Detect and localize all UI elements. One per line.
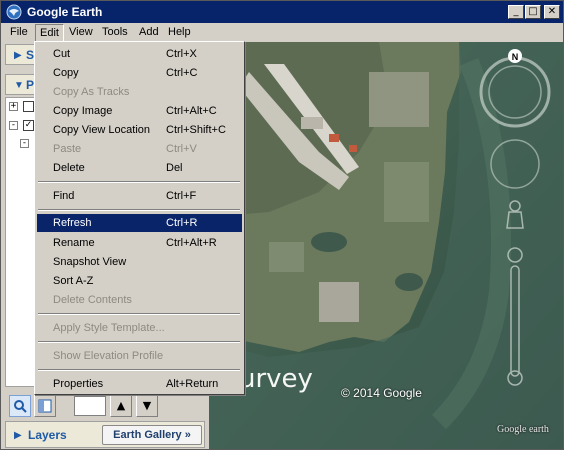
layers-panel-header[interactable]: ▶ Layers Earth Gallery » — [5, 421, 205, 448]
google-earth-icon — [6, 4, 22, 20]
panel-icon — [38, 399, 52, 413]
places-toolbar: ▲ ▼ — [5, 393, 205, 419]
layers-label: Layers — [28, 428, 67, 442]
maximize-button[interactable]: □ — [525, 5, 541, 19]
menu-add[interactable]: Add — [139, 26, 159, 38]
tree-expander[interactable]: + — [9, 102, 18, 111]
places-filter-input[interactable] — [74, 396, 106, 416]
menu-item-copy-as-tracks: Copy As Tracks — [53, 86, 130, 98]
tree-expander[interactable]: - — [20, 139, 29, 148]
menu-separator — [38, 313, 240, 315]
map-overlay-text: urvey — [239, 364, 313, 394]
menu-separator — [38, 369, 240, 371]
menu-item-rename[interactable]: Rename Ctrl+Alt+R — [37, 234, 242, 252]
search-places-button[interactable] — [9, 395, 31, 417]
menu-item-delete-contents: Delete Contents — [53, 294, 132, 306]
menu-item-copy[interactable]: Copy Ctrl+C — [37, 64, 242, 82]
earth-gallery-button[interactable]: Earth Gallery » — [102, 425, 202, 445]
move-down-button[interactable]: ▼ — [136, 395, 158, 417]
menu-bar: File Edit View Tools Add Help — [1, 23, 563, 42]
edit-dropdown-menu: Cut Ctrl+X Copy Ctrl+C Copy As Tracks Copy… — [34, 41, 245, 395]
menu-item-find[interactable]: Find Ctrl+F — [37, 187, 242, 205]
menu-item-show-elevation-profile: Show Elevation Profile — [53, 350, 164, 362]
places-panel-label: P — [26, 78, 35, 92]
menu-separator — [38, 341, 240, 343]
menu-item-snapshot-view[interactable]: Snapshot View — [37, 253, 242, 271]
tree-checkbox[interactable]: ✓ — [23, 120, 34, 131]
menu-view[interactable]: View — [69, 26, 93, 38]
menu-item-delete[interactable]: Delete Del — [37, 159, 242, 177]
title-bar[interactable]: Google Earth _ □ ✕ — [1, 1, 563, 23]
menu-item-properties[interactable]: Properties Alt+Return — [37, 375, 242, 393]
menu-item-cut[interactable]: Cut Ctrl+X — [37, 45, 242, 63]
menu-help[interactable]: Help — [168, 26, 191, 38]
menu-file[interactable]: File — [10, 26, 28, 38]
minimize-button[interactable]: _ — [508, 5, 524, 19]
expand-arrow-icon: ▶ — [14, 50, 22, 61]
google-earth-window: Google Earth _ □ ✕ File Edit View Tools … — [0, 0, 564, 450]
google-earth-logo: Google earth — [497, 424, 549, 435]
menu-item-copy-image[interactable]: Copy Image Ctrl+Alt+C — [37, 102, 242, 120]
menu-item-refresh[interactable]: Refresh Ctrl+R — [37, 214, 242, 232]
copyright-label: © 2014 Google — [341, 386, 422, 400]
menu-separator — [38, 181, 240, 183]
menu-separator — [38, 209, 240, 211]
window-title: Google Earth — [27, 5, 103, 19]
toggle-panel-button[interactable] — [34, 395, 56, 417]
menu-item-apply-style-template: Apply Style Template... — [53, 322, 165, 334]
menu-edit[interactable]: Edit — [35, 24, 64, 42]
menu-item-sort-a-z[interactable]: Sort A-Z — [37, 272, 242, 290]
collapse-arrow-icon: ▼ — [14, 80, 24, 91]
map-view[interactable]: N urvey © 2014 Google Google earth — [209, 42, 563, 449]
expand-arrow-icon: ▶ — [14, 430, 22, 441]
menu-item-copy-view-location[interactable]: Copy View Location Ctrl+Shift+C — [37, 121, 242, 139]
move-up-button[interactable]: ▲ — [110, 395, 132, 417]
search-icon — [14, 400, 27, 413]
menu-tools[interactable]: Tools — [102, 26, 128, 38]
tree-checkbox[interactable] — [23, 101, 34, 112]
tree-expander[interactable]: - — [9, 121, 18, 130]
menu-item-paste: Paste Ctrl+V — [53, 143, 197, 155]
search-panel-label: S — [26, 48, 35, 62]
close-button[interactable]: ✕ — [544, 5, 560, 19]
